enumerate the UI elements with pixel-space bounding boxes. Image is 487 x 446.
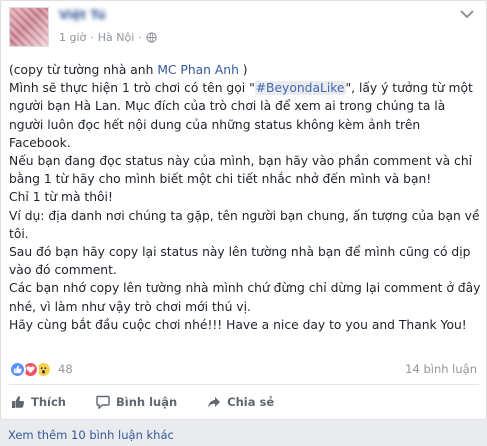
post-line: Sau đó bạn hãy copy lại status này lên t…: [9, 243, 483, 279]
chevron-down-icon[interactable]: [459, 9, 475, 19]
share-label: Chia sẻ: [227, 395, 275, 409]
avatar[interactable]: [9, 7, 49, 47]
post-line: Các bạn nhớ copy lên tường nhà mình chứ …: [9, 279, 483, 315]
post-text: Nếu bạn đang đọc status này của mình, bạ…: [9, 154, 476, 187]
share-icon: [208, 397, 221, 408]
post-text: ): [238, 63, 248, 77]
mention-link[interactable]: MC Phan Anh: [157, 63, 239, 77]
post-text: Chỉ 1 từ mà thôi!: [9, 190, 113, 205]
comment-label: Bình luận: [115, 395, 178, 409]
author-name[interactable]: Việt Tú: [59, 8, 106, 22]
post-line: (copy từ tường nhà anh MC Phan Anh ): [9, 61, 483, 79]
hashtag-link[interactable]: #BeyondaLike: [254, 81, 346, 96]
post-text: Mình sẽ thực hiện 1 trò chơi có tên gọi …: [9, 81, 255, 96]
comment-count[interactable]: 14 bình luận: [405, 362, 477, 376]
comment-button[interactable]: Bình luận: [96, 395, 177, 409]
thumbs-up-icon: [12, 396, 25, 408]
reaction-icons[interactable]: [9, 360, 52, 378]
more-comments-link[interactable]: Xem thêm 10 bình luận khác: [8, 428, 174, 442]
reaction-count[interactable]: 48: [58, 362, 73, 376]
post-text: Sau đó bạn hãy copy lại status này lên t…: [9, 245, 475, 278]
comment-icon: [96, 395, 110, 409]
post-header: Việt Tú 1 giờ · Hà Nội ·: [9, 7, 479, 47]
like-label: Thích: [31, 395, 66, 409]
post-line: Mình sẽ thực hiện 1 trò chơi có tên gọi …: [9, 79, 483, 152]
share-button[interactable]: Chia sẻ: [207, 395, 274, 409]
post-line: Hãy cùng bắt đầu cuộc chơi nhé!!! Have a…: [9, 316, 483, 334]
post-line: Chỉ 1 từ mà thôi!: [9, 188, 483, 206]
meta-separator: ·: [90, 31, 94, 44]
post-text: Các bạn nhớ copy lên tường nhà mình chứ …: [9, 281, 485, 314]
meta-separator: ·: [138, 31, 142, 44]
post-meta: 1 giờ · Hà Nội ·: [59, 31, 157, 44]
post-line: Ví dụ: địa danh nơi chúng ta gặp, tên ng…: [9, 207, 483, 243]
post-body: (copy từ tường nhà anh MC Phan Anh ) Mình…: [9, 61, 483, 334]
post-text: (copy từ tường nhà anh: [9, 63, 158, 77]
reactions-bar: 48 14 bình luận: [9, 359, 479, 379]
globe-icon[interactable]: [146, 32, 157, 43]
divider: [9, 384, 479, 385]
post-text: Ví dụ: địa danh nơi chúng ta gặp, tên ng…: [9, 208, 484, 241]
post-location[interactable]: Hà Nội: [98, 31, 135, 44]
post-time[interactable]: 1 giờ: [59, 31, 86, 44]
post-line: Nếu bạn đang đọc status này của mình, bạ…: [9, 152, 483, 188]
like-reaction-icon: [9, 360, 26, 378]
like-button[interactable]: Thích: [11, 395, 66, 409]
post-text: Hãy cùng bắt đầu cuộc chơi nhé!!! Have a…: [9, 317, 467, 332]
post-card: Việt Tú 1 giờ · Hà Nội · (copy từ tường …: [0, 0, 487, 420]
action-bar: Thích Bình luận Chia sẻ: [11, 391, 304, 413]
